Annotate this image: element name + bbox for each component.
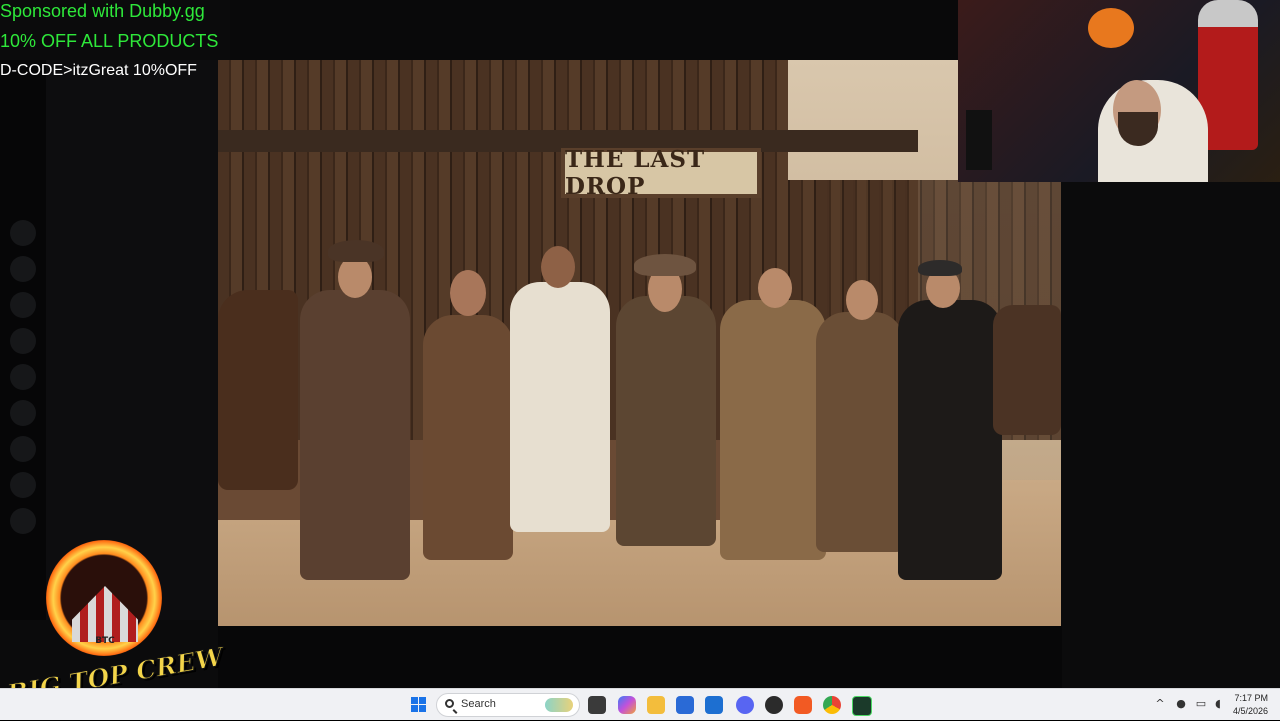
sponsor-code-text: D-CODE>itzGreat 10%OFF — [0, 62, 197, 79]
desk-fan — [966, 110, 992, 170]
file-explorer-icon[interactable] — [647, 696, 665, 714]
coat-figure — [720, 300, 826, 560]
western-saloon-image: THE LAST DROP — [218, 60, 1061, 626]
bartender-figure — [510, 282, 610, 532]
prospector-hat — [634, 254, 696, 276]
brave-icon[interactable] — [794, 696, 812, 714]
logo-emblem-text: BTC — [95, 636, 115, 646]
flat-cap — [918, 260, 962, 276]
saloon-sign: THE LAST DROP — [561, 146, 761, 200]
suit-figure — [898, 300, 1002, 580]
sponsor-text: Sponsored with Dubby.gg — [0, 1, 205, 21]
server-icon — [10, 292, 36, 318]
chrome-icon[interactable] — [823, 696, 841, 714]
server-icon — [10, 328, 36, 354]
task-view-icon[interactable] — [588, 696, 606, 714]
speaker-icon[interactable]: ◖ — [1212, 698, 1224, 710]
server-icon — [10, 400, 36, 426]
server-icon — [10, 472, 36, 498]
obs-icon[interactable] — [765, 696, 783, 714]
clock-time[interactable]: 7:17 PM — [1232, 693, 1268, 703]
search-placeholder: Search — [461, 698, 496, 710]
discord-icon[interactable] — [736, 696, 754, 714]
bartender-head — [541, 246, 575, 288]
horse-left — [218, 290, 298, 490]
pumpkin-decoration — [1088, 8, 1134, 48]
network-icon[interactable]: ▭ — [1195, 698, 1207, 710]
clock-date[interactable]: 4/5/2026 — [1226, 706, 1268, 716]
taskbar-search-box[interactable]: Search — [436, 693, 580, 717]
jacket-figure — [816, 312, 904, 552]
server-icon — [10, 256, 36, 282]
windows-start-icon[interactable] — [410, 696, 428, 714]
jacket-figure-head — [846, 280, 878, 320]
search-icon — [445, 699, 454, 708]
windows-taskbar: Search ^ ● ▭ ◖ 7:17 PM 4/5/2026 — [0, 688, 1280, 720]
server-rail — [0, 60, 46, 620]
outlook-icon[interactable] — [705, 696, 723, 714]
gunslinger-figure — [423, 315, 513, 560]
cowboy-hat — [328, 240, 384, 262]
cowboy-figure — [300, 290, 410, 580]
copilot-icon[interactable] — [618, 696, 636, 714]
chevron-up-icon[interactable]: ^ — [1154, 698, 1166, 710]
server-icon — [10, 220, 36, 246]
horse-right — [993, 305, 1061, 435]
coat-figure-head — [758, 268, 792, 308]
server-icon — [10, 508, 36, 534]
cowboy-head — [338, 256, 372, 298]
server-icon — [10, 436, 36, 462]
sponsor-discount-text: 10% OFF ALL PRODUCTS — [0, 31, 219, 51]
microphone-icon[interactable]: ● — [1175, 698, 1187, 710]
webcam-feed — [958, 0, 1280, 182]
server-icon — [10, 364, 36, 390]
show-desktop-button[interactable] — [1274, 689, 1280, 721]
terminal-icon[interactable] — [852, 696, 872, 716]
store-icon[interactable] — [676, 696, 694, 714]
channel-header — [230, 0, 960, 60]
prospector-figure — [616, 296, 716, 546]
search-highlight-icon — [545, 698, 573, 712]
channel-list — [46, 60, 218, 620]
gunslinger-head — [450, 270, 486, 316]
message-input-area — [218, 626, 1062, 688]
